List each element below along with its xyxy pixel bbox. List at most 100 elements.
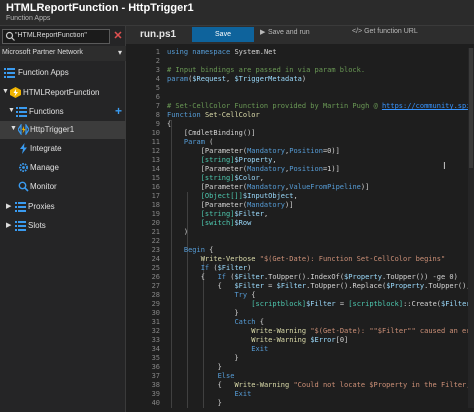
line-number: 36: [151, 363, 160, 371]
code-line[interactable]: 31 Catch {: [126, 318, 474, 327]
code-line[interactable]: 23 Begin {: [126, 246, 474, 255]
code-text: Begin {: [183, 246, 214, 254]
sidebar-item-proxies[interactable]: ▶ Proxies: [0, 198, 126, 216]
sidebar-item-label: Manage: [30, 163, 59, 172]
line-number: 3: [155, 66, 160, 74]
code-text: { If ($Filter.ToUpper().IndexOf($Propert…: [167, 273, 458, 281]
vertical-scrollbar[interactable]: [468, 48, 474, 408]
save-button[interactable]: Save: [192, 27, 254, 42]
line-number: 5: [155, 84, 160, 92]
code-line[interactable]: 15 [string]$Color,: [126, 174, 474, 183]
code-line[interactable]: 22: [126, 237, 474, 246]
sidebar-item-label: HTMLReportFunction: [23, 88, 100, 97]
code-line[interactable]: 32 Write-Warning "$(Get-Date): ""$Filter…: [126, 327, 474, 336]
sidebar-item-monitor[interactable]: Monitor: [0, 178, 126, 196]
code-line[interactable]: 27 { $Filter = $Filter.ToUpper().Replace…: [126, 282, 474, 291]
line-number: 16: [151, 183, 160, 191]
subscription-select[interactable]: Microsoft Partner Network ▾: [0, 46, 126, 61]
code-text: [Parameter(Mandatory,Position=0)]: [167, 147, 340, 155]
subscription-label: Microsoft Partner Network: [2, 49, 83, 56]
code-text: [string]$Property,: [200, 156, 277, 164]
page-title: HTMLReportFunction - HttpTrigger1: [6, 2, 194, 14]
code-line[interactable]: 19 [string]$Filter,: [126, 210, 474, 219]
editor-toolbar: run.ps1 Save ▶ Save and run </> Get funct…: [126, 26, 474, 44]
scrollbar-thumb[interactable]: [469, 48, 473, 168]
clear-search-icon[interactable]: ✕: [112, 29, 124, 44]
search-input[interactable]: "HTMLReportFunction": [2, 29, 110, 44]
line-number: 24: [151, 255, 160, 263]
code-text: [switch]$Row: [200, 219, 252, 227]
code-text: Param (: [183, 138, 214, 146]
list-icon: [16, 107, 27, 117]
line-number: 17: [151, 192, 160, 200]
code-line[interactable]: 40 }: [126, 399, 474, 408]
code-line[interactable]: 25 If ($Filter): [126, 264, 474, 273]
code-line[interactable]: 38 { Write-Warning "Could not locate $Pr…: [126, 381, 474, 390]
code-text: Write-Warning "$(Get-Date): ""$Filter"" …: [251, 327, 474, 335]
code-line[interactable]: 24 Write-Verbose "$(Get-Date): Function …: [126, 255, 474, 264]
code-line[interactable]: 12 [Parameter(Mandatory,Position=0)]: [126, 147, 474, 156]
code-line[interactable]: 35 }: [126, 354, 474, 363]
code-text: [Parameter(Mandatory)]: [167, 201, 294, 209]
code-line[interactable]: 2: [126, 57, 474, 66]
code-line[interactable]: 4 param($Request, $TriggerMetadata): [126, 75, 474, 84]
code-line[interactable]: 26 { If ($Filter.ToUpper().IndexOf($Prop…: [126, 273, 474, 282]
code-text: If ($Filter): [200, 264, 252, 272]
code-text: }: [167, 363, 222, 371]
line-number: 18: [151, 201, 160, 209]
sidebar-item-function-apps[interactable]: Function Apps: [0, 64, 126, 82]
line-number: 14: [151, 165, 160, 173]
sidebar-item-manage[interactable]: Manage: [0, 159, 126, 177]
get-function-url-button[interactable]: </> Get function URL: [352, 28, 418, 41]
line-number: 23: [151, 246, 160, 254]
chevron-down-icon: ▾: [117, 48, 122, 57]
code-line[interactable]: 33 Write-Warning $Error[0]: [126, 336, 474, 345]
code-line[interactable]: 9{: [126, 120, 474, 129]
line-number: 19: [151, 210, 160, 218]
code-line[interactable]: 1 using namespace System.Net: [126, 48, 474, 57]
file-tab[interactable]: run.ps1: [140, 29, 176, 40]
code-line[interactable]: 34 Exit: [126, 345, 474, 354]
code-line[interactable]: 39 Exit: [126, 390, 474, 399]
code-text: [string]$Color,: [200, 174, 264, 182]
code-text: [Parameter(Mandatory,ValueFromPipeline)]: [167, 183, 370, 191]
code-editor[interactable]: 1 using namespace System.Net 2 3 # Input bin…: [126, 48, 474, 412]
chevron-down-icon: ▼: [10, 125, 17, 132]
line-number: 20: [151, 219, 160, 227]
line-number: 31: [151, 318, 160, 326]
code-line[interactable]: 11 Param (: [126, 138, 474, 147]
sidebar-item-htmlreportfunction[interactable]: ▼ HTMLReportFunction: [0, 84, 126, 102]
sidebar-item-functions[interactable]: ▼ Functions +: [0, 103, 126, 121]
code-line[interactable]: 14 [Parameter(Mandatory,Position=1)]: [126, 165, 474, 174]
code-line[interactable]: 8 Function Set-CellColor: [126, 111, 474, 120]
code-line[interactable]: 29 [scriptblock]$Filter = [scriptblock]:…: [126, 300, 474, 309]
code-line[interactable]: 16 [Parameter(Mandatory,ValueFromPipelin…: [126, 183, 474, 192]
code-line[interactable]: 37 Else: [126, 372, 474, 381]
code-line[interactable]: 5: [126, 84, 474, 93]
code-line[interactable]: 28 Try {: [126, 291, 474, 300]
page-subtitle: Function Apps: [6, 15, 51, 22]
sidebar-item-slots[interactable]: ▶ Slots: [0, 217, 126, 235]
code-text: Catch {: [234, 318, 264, 326]
code-line[interactable]: 20 [switch]$Row: [126, 219, 474, 228]
code-line[interactable]: 13 [string]$Property,: [126, 156, 474, 165]
code-line[interactable]: 6: [126, 93, 474, 102]
code-line[interactable]: 21 ): [126, 228, 474, 237]
code-line[interactable]: 18 [Parameter(Mandatory)]: [126, 201, 474, 210]
sidebar-item-httptrigger1[interactable]: ▼ HttpTrigger1: [0, 121, 126, 139]
save-and-run-button[interactable]: ▶ Save and run: [260, 28, 310, 41]
line-number: 30: [151, 309, 160, 317]
code-line[interactable]: 36 }: [126, 363, 474, 372]
code-line[interactable]: 10 [CmdletBinding()]: [126, 129, 474, 138]
function-icon: [18, 124, 29, 135]
add-function-icon[interactable]: +: [115, 104, 122, 118]
code-line[interactable]: 30 }: [126, 309, 474, 318]
search-value: "HTMLReportFunction": [15, 32, 87, 39]
code-line[interactable]: 17 [Object[]]$InputObject,: [126, 192, 474, 201]
sidebar-item-integrate[interactable]: Integrate: [0, 140, 126, 158]
line-number: 1: [155, 48, 160, 56]
code-text: Exit: [251, 345, 269, 353]
code-line[interactable]: 7 # Set-CellColor Function provided by Ma…: [126, 102, 474, 111]
code-line[interactable]: 3 # Input bindings are passed in via para…: [126, 66, 474, 75]
editor-panel: run.ps1 Save ▶ Save and run </> Get funct…: [126, 26, 474, 412]
